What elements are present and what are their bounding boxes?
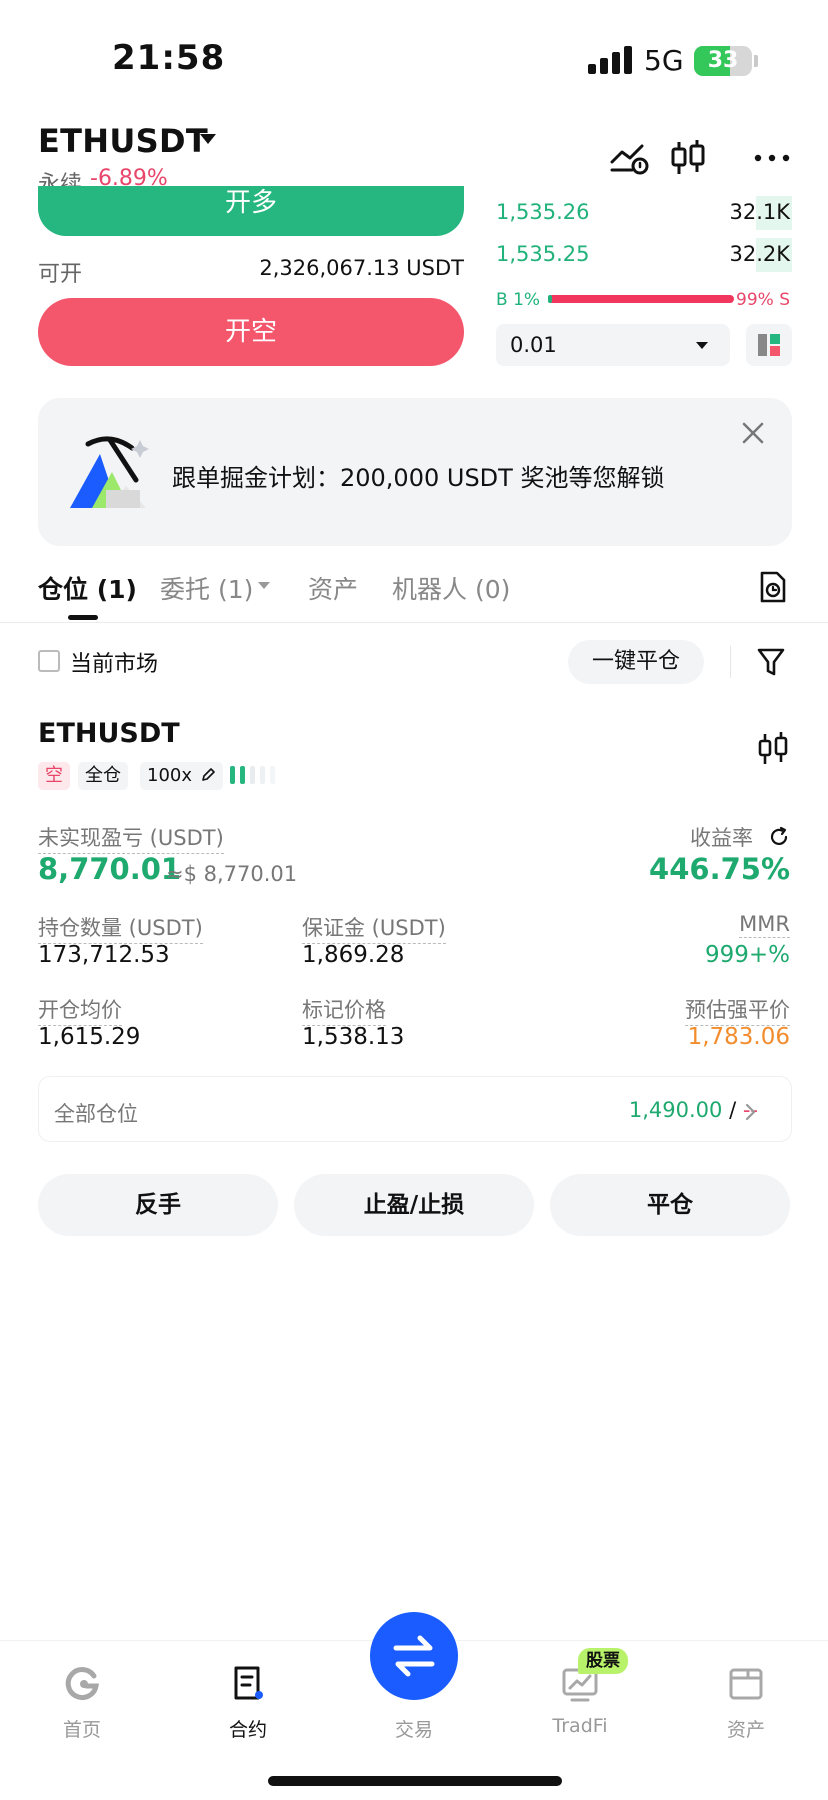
mmr-label[interactable]: MMR [739, 912, 790, 938]
nav-assets-label[interactable]: 资产 [686, 1715, 806, 1742]
order-book-qty: 32.1K [729, 200, 790, 224]
depth-step-value: 0.01 [510, 333, 557, 357]
candlestick-chart-icon[interactable] [756, 730, 790, 770]
buy-ratio: B 1% [496, 290, 541, 310]
edit-icon [201, 768, 215, 781]
order-history-icon[interactable] [758, 570, 788, 604]
tab-orders[interactable]: 委托 (1) [160, 570, 253, 606]
available-value: 2,326,067.13 USDT [259, 256, 464, 280]
mmr-value: 999+% [704, 942, 790, 968]
unrealized-pnl-label[interactable]: 未实现盈亏 (USDT) [38, 822, 224, 854]
battery-icon: 33 [694, 46, 752, 76]
symbol-selector[interactable]: ETHUSDT [38, 122, 208, 160]
caret-down-icon [696, 342, 708, 349]
open-short-button[interactable]: 开空 [38, 298, 464, 366]
current-market-checkbox[interactable] [38, 650, 60, 672]
order-book-layout-button[interactable] [746, 324, 792, 366]
all-positions-value: 1,490.00 [628, 1098, 723, 1122]
depth-step-select[interactable]: 0.01 [496, 324, 730, 366]
tab-active-indicator [68, 615, 98, 620]
all-positions-values: 1,490.00 / -- [629, 1098, 758, 1122]
order-book-row[interactable]: 1,535.26 32.1K [496, 196, 792, 230]
buy-ratio-fill [548, 295, 552, 303]
mark-price-label[interactable]: 标记价格 [302, 994, 386, 1026]
more-options-icon[interactable] [750, 136, 794, 180]
refresh-icon[interactable] [768, 826, 790, 848]
position-size-value: 173,712.53 [38, 942, 170, 968]
chevron-right-icon[interactable] [744, 1102, 758, 1122]
nav-tradfi-label[interactable]: TradFi [520, 1715, 640, 1737]
stock-badge: 股票 [578, 1648, 628, 1674]
all-positions-label: 全部仓位 [54, 1102, 138, 1126]
entry-price-value: 1,615.29 [38, 1024, 141, 1050]
order-book-price: 1,535.26 [496, 200, 590, 224]
unrealized-pnl-value: 8,770.01 [38, 852, 182, 886]
open-long-button[interactable]: 开多 [38, 186, 464, 236]
swap-arrows-icon [393, 1635, 435, 1677]
margin-value: 1,869.28 [302, 942, 405, 968]
close-all-button[interactable]: 一键平仓 [568, 640, 704, 684]
order-book-row[interactable]: 1,535.25 32.2K [496, 238, 792, 272]
trade-button[interactable] [370, 1612, 458, 1700]
adl-indicator-icon [230, 766, 275, 784]
price-alert-icon[interactable] [608, 136, 652, 180]
status-time: 21:58 [112, 38, 226, 78]
position-symbol[interactable]: ETHUSDT [38, 718, 180, 749]
divider [730, 646, 731, 678]
reverse-button[interactable]: 反手 [38, 1174, 278, 1236]
network-type: 5G [644, 44, 684, 77]
tab-bots[interactable]: 机器人 (0) [392, 570, 510, 606]
chevron-down-icon[interactable] [258, 582, 270, 589]
side-tag: 空 [38, 762, 70, 790]
layout-icon [758, 334, 780, 356]
battery-level: 33 [707, 48, 739, 73]
leverage-value: 100x [147, 765, 193, 786]
roe-value: 446.75% [649, 852, 790, 886]
futures-icon[interactable] [226, 1662, 270, 1706]
assets-wallet-icon[interactable] [724, 1662, 768, 1706]
sell-ratio: 99% S [736, 290, 790, 310]
home-icon[interactable] [60, 1662, 104, 1706]
available-label: 可开 [38, 262, 83, 287]
position-size-label[interactable]: 持仓数量 (USDT) [38, 912, 203, 944]
nav-trade-label[interactable]: 交易 [354, 1715, 474, 1742]
promo-text: 跟单掘金计划：200,000 USDT 奖池等您解锁 [172, 464, 665, 492]
entry-price-label[interactable]: 开仓均价 [38, 994, 122, 1026]
battery-tip [754, 55, 758, 67]
roe-label[interactable]: 收益率 [690, 822, 753, 852]
home-indicator [268, 1776, 562, 1786]
margin-label[interactable]: 保证金 (USDT) [302, 912, 446, 944]
order-book-price: 1,535.25 [496, 242, 590, 266]
nav-home-label[interactable]: 首页 [22, 1715, 142, 1742]
margin-mode-tag[interactable]: 全仓 [78, 762, 128, 790]
divider [0, 622, 828, 623]
close-icon[interactable] [740, 420, 766, 446]
nav-futures-label[interactable]: 合约 [188, 1715, 308, 1742]
separator: / [729, 1098, 737, 1122]
filter-icon[interactable] [756, 646, 786, 678]
leverage-tag[interactable]: 100x [140, 762, 223, 790]
tab-positions[interactable]: 仓位 (1) [38, 570, 137, 606]
order-book-qty: 32.2K [729, 242, 790, 266]
cellular-signal-icon [588, 46, 632, 74]
caret-down-icon[interactable] [200, 134, 216, 144]
tp-sl-button[interactable]: 止盈/止损 [294, 1174, 534, 1236]
tab-assets[interactable]: 资产 [308, 570, 358, 606]
close-position-button[interactable]: 平仓 [550, 1174, 790, 1236]
candlestick-chart-icon[interactable] [666, 136, 710, 180]
gold-mining-illustration-icon [70, 436, 149, 508]
liquidation-price-label[interactable]: 预估强平价 [685, 994, 790, 1026]
liquidation-price-value: 1,783.06 [687, 1024, 790, 1050]
current-market-label[interactable]: 当前市场 [70, 646, 158, 678]
unrealized-pnl-usd: ≈$ 8,770.01 [166, 862, 298, 886]
mark-price-value: 1,538.13 [302, 1024, 405, 1050]
buy-sell-ratio-bar [548, 295, 734, 303]
